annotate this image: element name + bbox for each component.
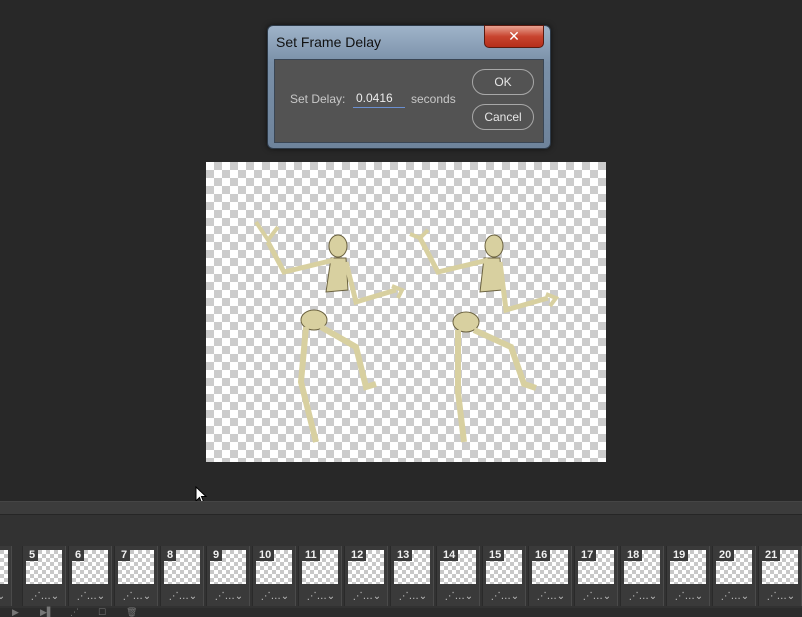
frame-number: 14 xyxy=(440,549,459,561)
frame-delay-dropdown[interactable]: ⋰…⌄ xyxy=(667,588,711,604)
frame-number: 16 xyxy=(532,549,551,561)
frame-delay-dropdown[interactable]: ⋰…⌄ xyxy=(161,588,205,604)
frame-number: 6 xyxy=(72,549,85,561)
frame-number: 7 xyxy=(118,549,131,561)
ok-button[interactable]: OK xyxy=(472,69,534,95)
delay-input[interactable] xyxy=(353,89,405,108)
frame-number: 11 xyxy=(302,549,320,561)
set-frame-delay-dialog: Set Frame Delay ✕ Set Delay: seconds OK … xyxy=(267,25,551,149)
timeline-frame[interactable]: 14 ⋰…⌄ xyxy=(436,546,480,606)
frame-number: 9 xyxy=(210,549,223,561)
dialog-body: Set Delay: seconds OK Cancel xyxy=(274,59,544,143)
timeline-frame[interactable]: 9 ⋰…⌄ xyxy=(206,546,250,606)
frame-number: 19 xyxy=(670,549,689,561)
next-frame-icon[interactable]: ▶▌ xyxy=(40,608,54,617)
timeline-frame[interactable]: 10 ⋰…⌄ xyxy=(252,546,296,606)
timeline-frame[interactable]: ⋰…⌄ xyxy=(0,546,12,606)
timeline-frame[interactable]: 7 ⋰…⌄ xyxy=(114,546,158,606)
frame-number: 12 xyxy=(348,549,367,561)
frame-delay-dropdown[interactable]: ⋰…⌄ xyxy=(23,588,67,604)
frame-delay-dropdown[interactable]: ⋰…⌄ xyxy=(759,588,802,604)
dialog-title: Set Frame Delay xyxy=(276,34,382,50)
frame-delay-dropdown[interactable]: ⋰…⌄ xyxy=(391,588,435,604)
timeline-frame[interactable]: 18 ⋰…⌄ xyxy=(620,546,664,606)
frame-delay-dropdown[interactable]: ⋰…⌄ xyxy=(299,588,343,604)
timeline-frame[interactable]: 21 ⋰…⌄ xyxy=(758,546,802,606)
frame-delay-dropdown[interactable]: ⋰…⌄ xyxy=(69,588,113,604)
frame-number: 13 xyxy=(394,549,413,561)
timeline-frame[interactable]: 15 ⋰…⌄ xyxy=(482,546,526,606)
frame-number: 20 xyxy=(716,549,735,561)
delay-label: Set Delay: xyxy=(290,92,346,106)
frame-number: 21 xyxy=(762,549,781,561)
timeline-divider[interactable] xyxy=(0,501,802,514)
close-icon: ✕ xyxy=(508,28,520,45)
frame-number: 8 xyxy=(164,549,177,561)
delete-frame-icon[interactable]: 🗑 xyxy=(126,608,137,617)
timeline-frame[interactable]: 19 ⋰…⌄ xyxy=(666,546,710,606)
frame-delay-dropdown[interactable]: ⋰…⌄ xyxy=(575,588,619,604)
frame-number: 17 xyxy=(578,549,597,561)
frame-delay-dropdown[interactable]: ⋰…⌄ xyxy=(621,588,665,604)
frame-number: 5 xyxy=(26,549,39,561)
timeline-frame[interactable]: 13 ⋰…⌄ xyxy=(390,546,434,606)
timeline-frame[interactable]: 11 ⋰…⌄ xyxy=(298,546,342,606)
frame-delay-dropdown[interactable]: ⋰…⌄ xyxy=(253,588,297,604)
timeline-frame[interactable]: 6 ⋰…⌄ xyxy=(68,546,112,606)
timeline-frame[interactable]: 17 ⋰…⌄ xyxy=(574,546,618,606)
frame-number: 15 xyxy=(486,549,505,561)
frame-delay-dropdown[interactable]: ⋰…⌄ xyxy=(437,588,481,604)
frame-delay-dropdown[interactable]: ⋰…⌄ xyxy=(115,588,159,604)
timeline-frame[interactable]: 5 ⋰…⌄ xyxy=(22,546,66,606)
frame-number: 18 xyxy=(624,549,643,561)
frame-delay-dropdown[interactable]: ⋰…⌄ xyxy=(713,588,757,604)
frame-delay-dropdown[interactable]: ⋰…⌄ xyxy=(483,588,527,604)
close-button[interactable]: ✕ xyxy=(484,25,544,48)
frames-strip: ⋰…⌄5⋰…⌄6⋰…⌄7⋰…⌄8⋰…⌄9⋰…⌄10⋰…⌄11⋰…⌄12⋰…⌄13… xyxy=(0,546,802,606)
frame-delay-dropdown[interactable]: ⋰…⌄ xyxy=(345,588,389,604)
timeline-frame[interactable]: 20 ⋰…⌄ xyxy=(712,546,756,606)
timeline-frame[interactable]: 12 ⋰…⌄ xyxy=(344,546,388,606)
tween-icon[interactable]: ⋰ xyxy=(70,608,79,617)
play-icon[interactable]: ▶ xyxy=(12,608,19,617)
frame-delay-dropdown[interactable]: ⋰…⌄ xyxy=(529,588,573,604)
frame-thumbnail xyxy=(0,550,8,584)
frame-number: 10 xyxy=(256,549,275,561)
cancel-button[interactable]: Cancel xyxy=(472,104,534,130)
new-frame-icon[interactable]: ☐ xyxy=(98,608,106,617)
timeline-frame[interactable]: 8 ⋰…⌄ xyxy=(160,546,204,606)
timeline-controls: ▶ ▶▌ ⋰ ☐ 🗑 xyxy=(0,608,802,617)
frame-delay-dropdown[interactable]: ⋰…⌄ xyxy=(0,588,13,604)
frame-delay-dropdown[interactable]: ⋰…⌄ xyxy=(207,588,251,604)
skeleton-left-image xyxy=(254,220,560,443)
timeline-frame[interactable]: 16 ⋰…⌄ xyxy=(528,546,572,606)
timeline-panel: ⋰…⌄5⋰…⌄6⋰…⌄7⋰…⌄8⋰…⌄9⋰…⌄10⋰…⌄11⋰…⌄12⋰…⌄13… xyxy=(0,514,802,617)
document-canvas[interactable] xyxy=(206,162,606,462)
seconds-label: seconds xyxy=(411,92,456,106)
